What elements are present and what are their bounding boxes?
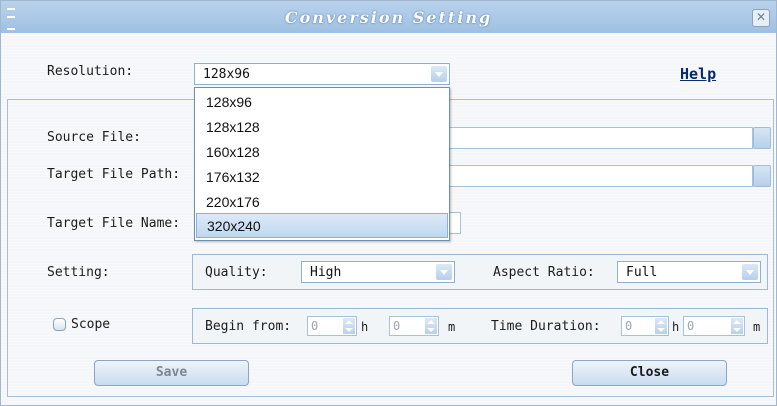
resolution-option[interactable]: 128x96	[196, 90, 448, 115]
close-icon[interactable]: ✕	[752, 9, 770, 27]
begin-minutes-spinner[interactable]: 0	[389, 316, 439, 336]
duration-minutes-spinner[interactable]: 0	[683, 316, 745, 336]
help-link[interactable]: Help	[680, 65, 716, 83]
begin-hours-unit: h	[361, 320, 369, 334]
duration-hours-unit: h	[672, 320, 680, 334]
resolution-option[interactable]: 220x176	[196, 190, 448, 215]
browse-icon[interactable]	[753, 165, 771, 187]
chevron-down-icon[interactable]	[742, 264, 758, 280]
resolution-label: Resolution:	[47, 64, 134, 79]
resolution-option[interactable]: 128x128	[196, 115, 448, 140]
resolution-dropdown-list: 128x96 128x128 160x128 176x132 220x176 3…	[194, 87, 450, 241]
duration-hours-spinner[interactable]: 0	[621, 316, 669, 336]
duration-minutes-unit: m	[753, 320, 761, 334]
window-title: Conversion Setting	[284, 8, 493, 27]
save-button[interactable]: Save	[94, 360, 249, 386]
resolution-option[interactable]: 176x132	[196, 165, 448, 190]
duration-minutes-value: 0	[687, 319, 695, 333]
resolution-select[interactable]: 128x96	[194, 63, 450, 85]
setting-label: Setting:	[47, 265, 110, 280]
resolution-value: 128x96	[203, 67, 250, 82]
aspect-ratio-value: Full	[626, 265, 658, 280]
source-file-label: Source File:	[47, 130, 141, 145]
close-button[interactable]: Close	[572, 360, 727, 386]
conversion-setting-dialog: Conversion Setting ✕ Resolution: 128x96 …	[0, 0, 777, 406]
spinner-icon[interactable]	[655, 318, 667, 334]
resolution-option-highlighted[interactable]: 320x240	[196, 213, 448, 238]
setting-group: Quality: High Aspect Ratio: Full	[192, 254, 768, 290]
spinner-icon[interactable]	[343, 318, 355, 334]
scope-group: Begin from: 0 h 0 m Time Duration: 0 h 0…	[192, 308, 768, 344]
resolution-option[interactable]: 160x128	[196, 140, 448, 165]
aspect-ratio-label: Aspect Ratio:	[493, 265, 595, 280]
chevron-down-icon[interactable]	[431, 66, 447, 82]
scope-checkbox[interactable]	[53, 318, 66, 331]
begin-minutes-unit: m	[448, 320, 456, 334]
chevron-down-icon[interactable]	[436, 264, 452, 280]
begin-hours-value: 0	[311, 319, 319, 333]
begin-hours-spinner[interactable]: 0	[307, 316, 357, 336]
target-file-name-field[interactable]	[449, 212, 461, 234]
time-duration-label: Time Duration:	[491, 319, 601, 334]
begin-minutes-value: 0	[393, 319, 401, 333]
scope-label: Scope	[71, 317, 111, 332]
spinner-icon[interactable]	[425, 318, 437, 334]
browse-icon[interactable]	[753, 127, 771, 149]
title-bar[interactable]: Conversion Setting ✕	[1, 1, 776, 33]
quality-label: Quality:	[205, 265, 268, 280]
aspect-ratio-select[interactable]: Full	[617, 261, 761, 283]
quality-value: High	[310, 265, 342, 280]
target-file-path-label: Target File Path:	[47, 167, 181, 182]
target-file-path-field[interactable]	[449, 165, 753, 187]
source-file-field[interactable]	[449, 127, 753, 149]
spinner-icon[interactable]	[731, 318, 743, 334]
begin-from-label: Begin from:	[205, 319, 292, 334]
duration-hours-value: 0	[625, 319, 633, 333]
target-file-name-label: Target File Name:	[47, 216, 181, 231]
quality-select[interactable]: High	[301, 261, 455, 283]
